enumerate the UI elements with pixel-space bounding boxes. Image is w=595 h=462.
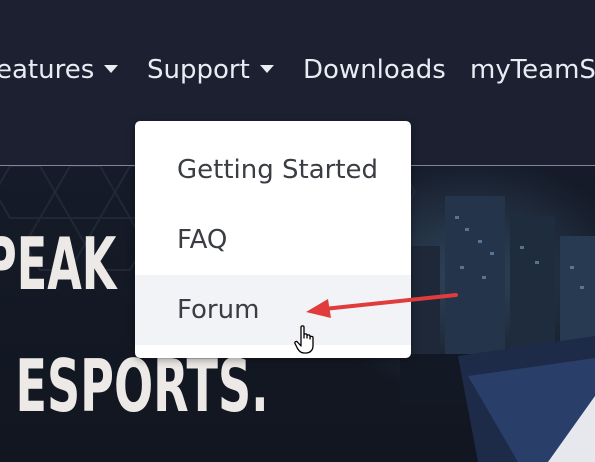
dropdown-item-label: Getting Started	[177, 155, 379, 185]
dropdown-item-label: Forum	[177, 295, 260, 325]
nav-item-label: myTeamSp	[470, 55, 595, 85]
dropdown-item-faq[interactable]: FAQ	[135, 205, 411, 275]
hand-pointer-icon	[294, 325, 314, 354]
dropdown-item-label: FAQ	[177, 225, 228, 255]
nav-item-features[interactable]: eatures	[0, 52, 119, 88]
stage-graphic	[458, 336, 595, 462]
nav-item-label: Downloads	[303, 55, 446, 85]
hero-heading-line-1: PEAK	[0, 222, 117, 306]
caret-down-icon	[259, 64, 274, 73]
red-arrow-icon	[306, 293, 458, 318]
nav-item-downloads[interactable]: Downloads	[303, 52, 446, 88]
caret-down-icon	[104, 64, 119, 73]
support-dropdown-menu: Getting Started FAQ Forum	[135, 121, 411, 358]
nav-item-myteamspeak[interactable]: myTeamSp	[470, 52, 595, 88]
dropdown-item-getting-started[interactable]: Getting Started	[135, 135, 411, 205]
nav-item-label: eatures	[0, 55, 95, 85]
nav-item-support[interactable]: Support	[147, 52, 274, 88]
nav-item-label: Support	[147, 55, 250, 85]
